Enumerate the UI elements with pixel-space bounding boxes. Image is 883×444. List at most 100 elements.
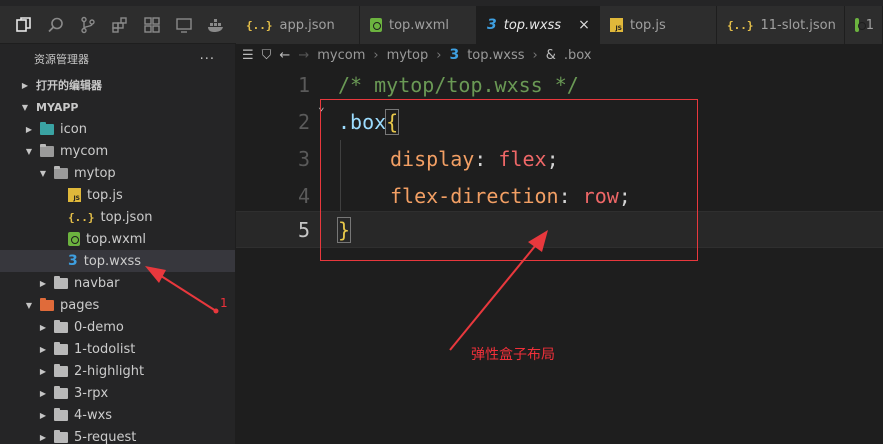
folder-icon <box>54 363 68 377</box>
back-icon[interactable]: ← <box>279 48 290 63</box>
code-line: 1 /* mytop/top.wxss */ <box>236 66 883 103</box>
extensions-icon[interactable] <box>110 15 130 35</box>
tree-item[interactable]: ▶ navbar <box>0 272 235 294</box>
tree-item[interactable]: top.wxml <box>0 228 235 250</box>
tab-label: top.wxml <box>389 17 450 33</box>
folder-icon <box>40 143 54 157</box>
json-icon: {..} <box>246 18 273 32</box>
chevron-right-icon: ▶ <box>39 366 47 376</box>
project-section[interactable]: ▼ MYAPP <box>0 96 235 118</box>
blocks-icon[interactable] <box>142 15 162 35</box>
tree-item[interactable]: ▶ 3-rpx <box>0 382 235 404</box>
css-icon: 3 <box>449 47 460 63</box>
chevron-right-icon: › <box>532 47 538 63</box>
explorer-icon[interactable] <box>14 15 34 35</box>
breadcrumb: ☰ ⛉ ← → mycom › mytop › 3 top.wxss › & .… <box>236 44 883 66</box>
remote-icon[interactable] <box>174 15 194 35</box>
folder-icon <box>54 385 68 399</box>
folder-icon <box>54 407 68 421</box>
wxml-icon <box>370 18 382 32</box>
tab-11-slot-json[interactable]: {..} 11-slot.json <box>717 6 845 44</box>
tree-item-label: pages <box>60 297 100 313</box>
tree-item[interactable]: ▶ 0-demo <box>0 316 235 338</box>
tab-label: 1 <box>865 17 874 33</box>
activity-toolbar <box>0 6 236 44</box>
breadcrumb-item[interactable]: mycom <box>317 48 365 63</box>
explorer-header: 资源管理器 ··· <box>0 44 235 74</box>
breadcrumb-item[interactable]: mytop <box>387 48 429 63</box>
line-number: 5 <box>297 217 310 242</box>
bookmark-icon[interactable]: ⛉ <box>262 48 272 63</box>
tab-top-wxss[interactable]: 3 top.wxss × <box>477 6 600 44</box>
chevron-right-icon: ▶ <box>21 80 29 90</box>
chevron-down-icon: ▼ <box>21 102 29 112</box>
tree-item-label: 1-todolist <box>74 341 136 357</box>
annotation-number: 1 <box>220 296 228 310</box>
wxml-icon <box>68 232 80 246</box>
tree-item-label: top.wxss <box>83 253 142 269</box>
tree-item[interactable]: ▶ 2-highlight <box>0 360 235 382</box>
tree-item[interactable]: {..} top.json <box>0 206 235 228</box>
tab-top-js[interactable]: top.js <box>600 6 717 44</box>
json-icon: {..} <box>68 210 95 224</box>
tree-item-label: mycom <box>60 143 109 159</box>
tab-overflow[interactable]: 1 <box>845 6 883 44</box>
section-label: MYAPP <box>36 100 79 114</box>
tree-item[interactable]: ▶ 1-todolist <box>0 338 235 360</box>
css-icon: 3 <box>68 253 78 269</box>
breadcrumb-item[interactable]: .box <box>564 48 592 63</box>
tree-item-label: icon <box>60 121 87 137</box>
open-editors-section[interactable]: ▶ 打开的编辑器 <box>0 74 235 96</box>
line-number: 1 <box>297 72 310 97</box>
folder-icon <box>54 319 68 333</box>
forward-icon[interactable]: → <box>298 48 309 63</box>
folder-icon <box>40 121 54 135</box>
chevron-right-icon: ▶ <box>39 410 47 420</box>
chevron-right-icon: › <box>436 47 442 63</box>
js-icon <box>68 188 81 202</box>
folder-icon <box>54 165 68 179</box>
chevron-right-icon: ▶ <box>39 344 47 354</box>
source-control-icon[interactable] <box>78 15 98 35</box>
tree-item[interactable]: top.js <box>0 184 235 206</box>
folder-icon <box>54 341 68 355</box>
search-icon[interactable] <box>46 15 66 35</box>
chevron-down-icon: ▼ <box>39 168 47 178</box>
line-number: 2 <box>297 109 310 134</box>
chevron-right-icon: ▶ <box>39 278 47 288</box>
chevron-right-icon: ▶ <box>25 124 33 134</box>
tab-top-wxml[interactable]: top.wxml <box>360 6 477 44</box>
css-icon: 3 <box>487 17 497 33</box>
explorer-title: 资源管理器 <box>34 53 89 66</box>
close-icon[interactable]: × <box>578 17 590 33</box>
tree-item-label: navbar <box>74 275 120 291</box>
more-actions-icon[interactable]: ··· <box>200 52 215 67</box>
symbol-icon: & <box>545 47 556 63</box>
tree-item[interactable]: ▶ icon <box>0 118 235 140</box>
tab-label: top.wxss <box>503 17 562 33</box>
tree-item-label: mytop <box>74 165 116 181</box>
tree-item[interactable]: ▶ 4-wxs <box>0 404 235 426</box>
tree-item-label: top.json <box>100 209 153 225</box>
tree-item-label: 3-rpx <box>74 385 109 401</box>
editor-tabs: {..} app.json top.wxml 3 top.wxss × top.… <box>236 6 883 44</box>
tree-item[interactable]: ▶ 5-request <box>0 426 235 444</box>
tab-label: app.json <box>279 17 335 33</box>
annotation-label: 弹性盒子布局 <box>471 347 555 363</box>
breadcrumb-item[interactable]: top.wxss <box>467 48 524 63</box>
tree-item[interactable]: ▼ pages <box>0 294 235 316</box>
tree-item[interactable]: ▼ mycom <box>0 140 235 162</box>
tab-app-json[interactable]: {..} app.json <box>236 6 360 44</box>
list-icon[interactable]: ☰ <box>242 48 254 63</box>
file-tree: ▶ icon ▼ mycom ▼ mytop top.js {..} top.json top.w… <box>0 118 235 444</box>
tree-item-label: 5-request <box>74 429 137 444</box>
chevron-right-icon: ▶ <box>39 432 47 442</box>
chevron-right-icon: › <box>373 47 379 63</box>
line-number: 4 <box>297 183 310 208</box>
json-icon: {..} <box>727 18 754 32</box>
folder-icon <box>54 429 68 443</box>
docker-icon[interactable] <box>206 15 226 35</box>
chevron-right-icon: ▶ <box>39 322 47 332</box>
tree-item[interactable]: 3 top.wxss <box>0 250 235 272</box>
tree-item[interactable]: ▼ mytop <box>0 162 235 184</box>
